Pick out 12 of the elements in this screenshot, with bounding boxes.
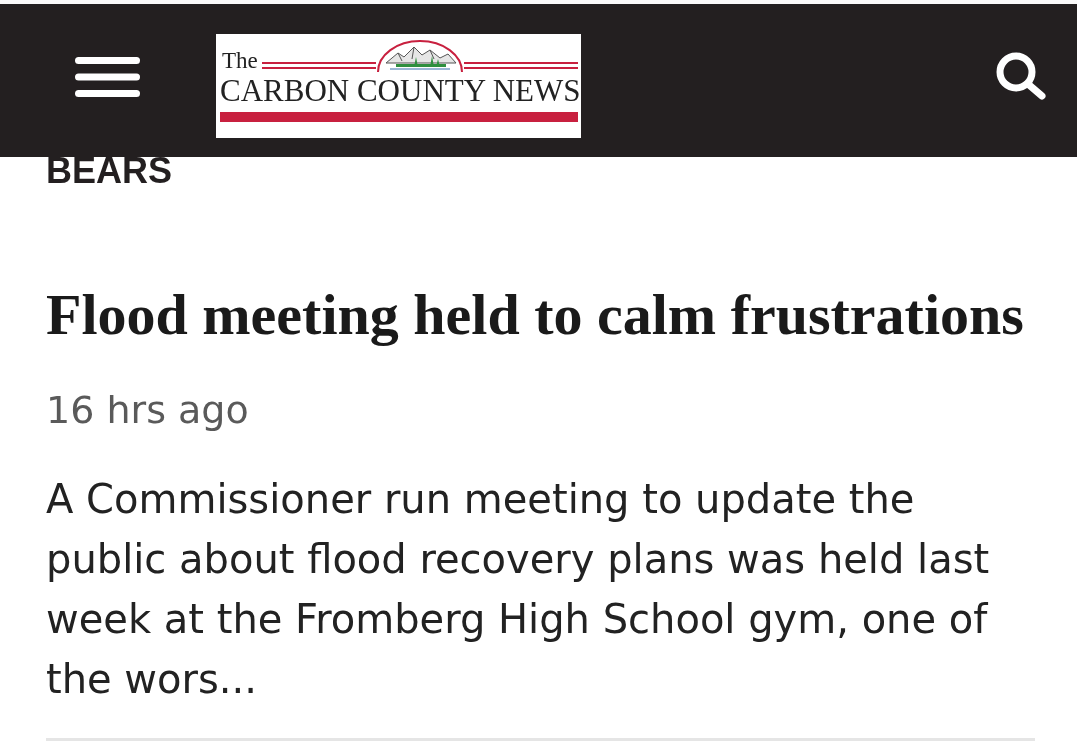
site-logo[interactable]: The CARBON COUNTY NEWS bbox=[216, 34, 581, 138]
article-headline[interactable]: Flood meeting held to calm frustrations bbox=[46, 283, 1024, 347]
search-button[interactable] bbox=[995, 52, 1047, 100]
section-label[interactable]: BEARS bbox=[46, 158, 173, 184]
mountain-arch-icon bbox=[375, 39, 464, 73]
logo-prefix: The bbox=[221, 49, 258, 72]
article-time: 16 hrs ago bbox=[46, 387, 249, 434]
menu-icon bbox=[75, 57, 140, 97]
search-icon bbox=[995, 52, 1047, 100]
article-summary: A Commissioner run meeting to update the public about flood recovery plans was held last week at the Fromberg High School gym, one of the wors... bbox=[46, 475, 991, 704]
menu-button[interactable] bbox=[75, 57, 140, 97]
logo-title: CARBON COUNTY NEWS bbox=[220, 75, 578, 106]
